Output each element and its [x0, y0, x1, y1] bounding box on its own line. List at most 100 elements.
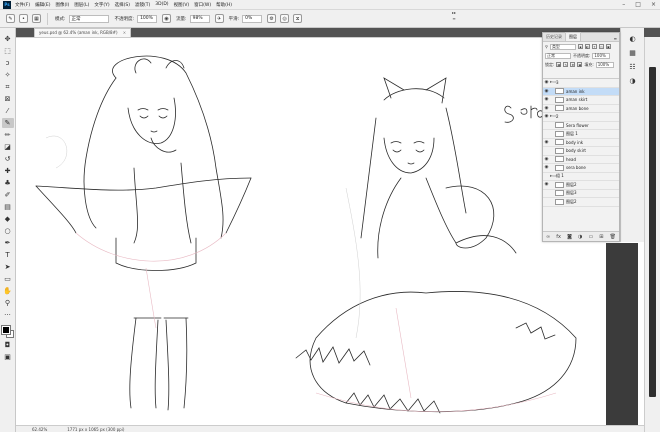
visibility-eye-icon[interactable]: ◉: [543, 106, 550, 111]
zoom-tool-icon[interactable]: ⚲: [2, 298, 14, 308]
mixer-brush-tool-icon[interactable]: ✐: [2, 190, 14, 200]
pencil-tool-icon[interactable]: ✏: [2, 130, 14, 140]
menu-layer[interactable]: 图层(L): [74, 2, 89, 8]
dodge-tool-icon[interactable]: ○: [2, 226, 14, 236]
color-panel-icon[interactable]: ◐: [627, 34, 639, 44]
tab-layers[interactable]: 图层: [565, 32, 581, 41]
quick-mask-icon[interactable]: ◘: [2, 340, 14, 350]
layer-row[interactable]: ◉ sera bone: [543, 164, 619, 173]
quick-select-tool-icon[interactable]: ✧: [2, 70, 14, 80]
maximize-icon[interactable]: □: [635, 1, 641, 8]
hand-tool-icon[interactable]: ✋: [2, 286, 14, 296]
layer-kind-select[interactable]: 类型: [549, 43, 576, 50]
visibility-eye-icon[interactable]: ◉: [543, 123, 550, 128]
visibility-eye-icon[interactable]: ◉: [543, 182, 550, 187]
layer-group-row[interactable]: ◉ ▸▭ 2: [543, 113, 619, 122]
visibility-eye-icon[interactable]: ◉: [543, 140, 550, 145]
menu-edit[interactable]: 编辑(E): [35, 2, 50, 8]
menu-help[interactable]: 帮助(H): [216, 2, 232, 8]
visibility-eye-icon[interactable]: ◉: [543, 80, 550, 85]
filter-pixel-icon[interactable]: ▪: [577, 44, 583, 49]
lock-transparent-icon[interactable]: ▦: [556, 62, 562, 67]
menu-3d[interactable]: 3D(D): [155, 2, 168, 7]
layer-row[interactable]: ◉ 图层2: [543, 181, 619, 190]
eyedropper-tool-icon[interactable]: ⁄: [2, 106, 14, 116]
smoothing-field[interactable]: 0%: [242, 14, 263, 23]
brush-panel-icon[interactable]: ▦: [32, 14, 41, 23]
filter-smart-icon[interactable]: ▣: [605, 44, 611, 49]
visibility-eye-icon[interactable]: ◉: [543, 199, 550, 204]
document-tab[interactable]: yeus.psd @ 62.4% (aman ink, RGB/8#) ×: [34, 28, 132, 37]
layer-row[interactable]: ◉ 图层3: [543, 190, 619, 198]
lock-position-icon[interactable]: ✥: [570, 62, 576, 67]
flow-field[interactable]: 98%: [189, 14, 210, 23]
foreground-color-swatch[interactable]: [0, 325, 11, 335]
layer-row[interactable]: ◉ aman skirt: [543, 96, 619, 105]
layer-row[interactable]: ◉ head: [543, 156, 619, 164]
brush-size-icon[interactable]: •: [19, 14, 28, 23]
visibility-eye-icon[interactable]: ◉: [543, 165, 550, 170]
layer-row[interactable]: ◉ 图层 1: [543, 130, 619, 139]
lock-pixels-icon[interactable]: ✎: [563, 62, 569, 67]
layer-opacity-field[interactable]: 100%: [592, 52, 611, 59]
vertical-scrollbar[interactable]: [644, 37, 660, 432]
swatches-panel-icon[interactable]: ▦: [627, 48, 639, 58]
marquee-tool-icon[interactable]: ⬚: [2, 46, 14, 56]
close-tab-icon[interactable]: ×: [123, 30, 126, 35]
filter-type-icon[interactable]: T: [591, 44, 597, 49]
panel-menu-icon[interactable]: ≡: [612, 36, 619, 41]
healing-brush-tool-icon[interactable]: ✚: [2, 166, 14, 176]
visibility-eye-icon[interactable]: ◉: [543, 89, 550, 94]
screen-mode-icon[interactable]: ▣: [2, 352, 14, 362]
link-layers-icon[interactable]: ∞: [546, 234, 550, 240]
add-mask-icon[interactable]: ◙: [567, 234, 572, 240]
gradient-tool-icon[interactable]: ▤: [2, 202, 14, 212]
visibility-eye-icon[interactable]: ◉: [543, 114, 550, 119]
layer-row[interactable]: ◉ body skirt: [543, 147, 619, 156]
color-swatches[interactable]: [0, 325, 14, 338]
more-tools-icon[interactable]: ···: [2, 310, 14, 320]
pressure-size-icon[interactable]: ◎: [280, 14, 290, 23]
close-icon[interactable]: ×: [651, 1, 656, 8]
menu-type[interactable]: 文字(Y): [94, 2, 109, 8]
history-brush-tool-icon[interactable]: ↺: [2, 154, 14, 164]
blend-mode-select[interactable]: 正常: [545, 52, 571, 59]
visibility-eye-icon[interactable]: ◉: [543, 131, 550, 136]
brush-preset-icon[interactable]: ✎: [6, 14, 15, 23]
type-tool-icon[interactable]: T: [2, 250, 14, 260]
path-select-tool-icon[interactable]: ➤: [2, 262, 14, 272]
move-tool-icon[interactable]: ✥: [2, 34, 14, 44]
opacity-field[interactable]: 100%: [137, 14, 158, 23]
menu-select[interactable]: 选择(S): [115, 2, 130, 8]
visibility-eye-icon[interactable]: ◉: [543, 191, 550, 196]
menu-filter[interactable]: 滤镜(T): [135, 2, 150, 8]
frame-tool-icon[interactable]: ⊠: [2, 94, 14, 104]
layer-fill-field[interactable]: 100%: [595, 61, 614, 68]
adjustment-layer-icon[interactable]: ◑: [578, 234, 582, 240]
blur-tool-icon[interactable]: ◆: [2, 214, 14, 224]
visibility-eye-icon[interactable]: ◉: [543, 174, 550, 179]
lock-all-icon[interactable]: ▣: [577, 62, 583, 67]
tab-history[interactable]: 历史记录: [543, 33, 565, 41]
layer-row[interactable]: ◉ body ink: [543, 139, 619, 147]
layer-group-row[interactable]: ◉ ▸▭ 3: [543, 79, 619, 88]
adjustments-panel-icon[interactable]: ◑: [627, 76, 639, 86]
mode-select[interactable]: 正常: [68, 14, 109, 23]
layer-style-icon[interactable]: fx: [556, 234, 561, 240]
minimize-icon[interactable]: –: [622, 1, 625, 8]
zoom-level[interactable]: 62.42%: [32, 427, 47, 432]
visibility-eye-icon[interactable]: ◉: [543, 148, 550, 153]
menu-lines-icon[interactable]: ≡: [452, 16, 455, 21]
new-group-icon[interactable]: ▭: [588, 234, 593, 240]
menu-window[interactable]: 窗口(W): [194, 2, 211, 8]
pressure-opacity-icon[interactable]: ◉: [162, 14, 172, 23]
layer-row[interactable]: ◉ aman bone: [543, 105, 619, 113]
rectangle-tool-icon[interactable]: ▭: [2, 274, 14, 284]
eraser-tool-icon[interactable]: ◪: [2, 142, 14, 152]
layer-row[interactable]: ◉ Sera flower: [543, 122, 619, 130]
layer-row[interactable]: ◉ 图层2: [543, 198, 619, 207]
lasso-tool-icon[interactable]: ↄ: [2, 58, 14, 68]
menu-view[interactable]: 视图(V): [174, 2, 190, 8]
smoothing-settings-icon[interactable]: ⚙: [267, 14, 277, 23]
delete-layer-icon[interactable]: 🗑: [610, 234, 616, 240]
